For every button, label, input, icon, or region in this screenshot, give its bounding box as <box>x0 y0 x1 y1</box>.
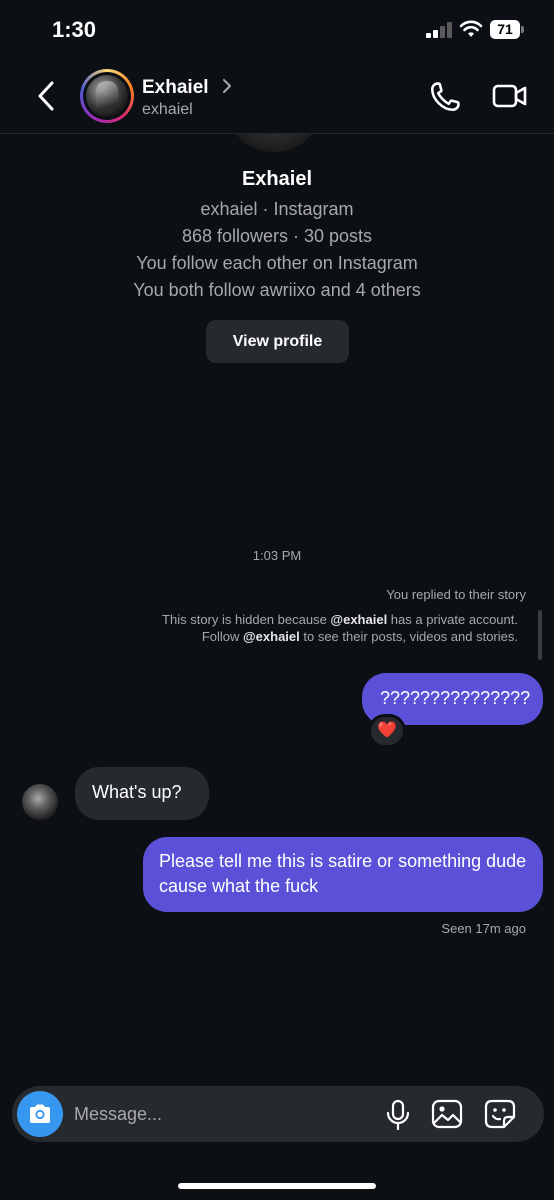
wifi-icon <box>459 20 483 37</box>
video-camera-icon[interactable] <box>492 82 528 110</box>
chevron-right-icon[interactable] <box>222 78 232 94</box>
status-time: 1:30 <box>52 17 97 42</box>
header-username[interactable]: exhaiel <box>142 101 193 119</box>
back-icon[interactable] <box>34 80 60 112</box>
scrollbar[interactable] <box>538 610 542 660</box>
battery-level: 71 <box>497 21 513 37</box>
camera-button[interactable] <box>17 1091 63 1137</box>
seen-status: Seen 17m ago <box>441 921 526 936</box>
chat-timestamp: 1:03 PM <box>252 548 302 563</box>
profile-handle-line: exhaiel · Instagram <box>200 199 354 219</box>
story-reply-label: You replied to their story <box>386 587 526 602</box>
heart-reaction-icon[interactable]: ❤️ <box>368 714 406 748</box>
microphone-icon[interactable] <box>384 1099 412 1131</box>
home-indicator[interactable] <box>178 1183 376 1189</box>
chat-header: Exhaiel exhaiel <box>0 60 554 134</box>
message-bubble-outgoing[interactable]: Please tell me this is satire or somethi… <box>143 837 543 912</box>
story-hidden-notice: This story is hidden because @exhaiel ha… <box>162 612 518 644</box>
battery-icon: 71 <box>490 20 524 39</box>
phone-icon[interactable] <box>428 80 462 114</box>
gallery-icon[interactable] <box>431 1099 463 1129</box>
profile-name: Exhaiel <box>241 168 313 190</box>
profile-stats-line: 868 followers · 30 posts <box>181 226 373 246</box>
cellular-signal-icon <box>426 22 452 38</box>
header-name[interactable]: Exhaiel <box>142 77 209 99</box>
message-composer <box>12 1086 544 1142</box>
profile-mutual-line: You follow each other on Instagram <box>136 253 418 273</box>
mention-link[interactable]: @exhaiel <box>330 612 387 627</box>
sender-avatar[interactable] <box>22 784 58 820</box>
status-bar: 1:30 71 <box>0 0 554 60</box>
profile-also-follow-line: You both follow awriixo and 4 others <box>133 280 421 300</box>
message-input[interactable] <box>74 1095 364 1133</box>
header-avatar[interactable] <box>80 69 134 123</box>
mention-link[interactable]: @exhaiel <box>243 629 300 644</box>
message-bubble-incoming[interactable]: What's up? <box>75 767 209 820</box>
view-profile-button[interactable]: View profile <box>206 320 349 363</box>
camera-icon <box>30 1104 50 1123</box>
sticker-icon[interactable] <box>484 1099 516 1129</box>
